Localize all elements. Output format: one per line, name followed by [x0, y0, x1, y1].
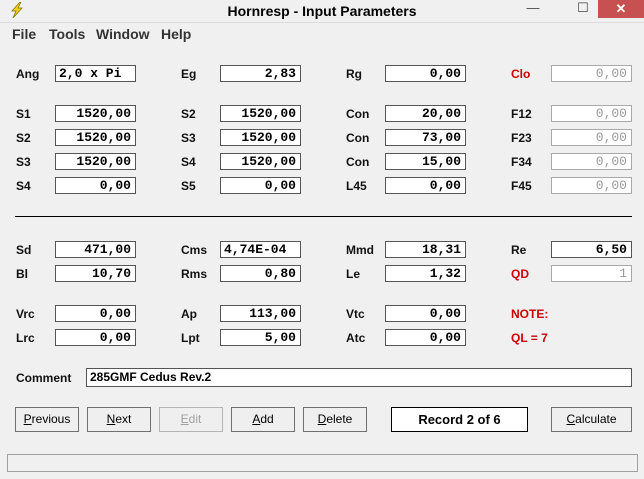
field-vtc-r7[interactable]: 0,00 [385, 305, 466, 322]
field-s3-r2[interactable]: 1520,00 [220, 129, 301, 146]
calculate-button[interactable]: Calculate [551, 407, 632, 432]
label-vrc: Vrc [16, 307, 35, 321]
field-f45-r4: 0,00 [551, 177, 632, 194]
minimize-button[interactable]: — [520, 0, 546, 18]
field-s4-r3[interactable]: 1520,00 [220, 153, 301, 170]
label-ang: Ang [16, 67, 40, 81]
label-ql-7: QL = 7 [511, 331, 548, 345]
field-s2-r2[interactable]: 1520,00 [55, 129, 136, 146]
label-note: NOTE: [511, 307, 549, 321]
edit-button: Edit [159, 407, 223, 432]
field-ap-r7[interactable]: 113,00 [220, 305, 301, 322]
menu-bar: File Tools Window Help [0, 23, 644, 45]
label-le: Le [346, 267, 361, 281]
field-s3-r3[interactable]: 1520,00 [55, 153, 136, 170]
field-eg-r0[interactable]: 2,83 [220, 65, 301, 82]
delete-button[interactable]: Delete [303, 407, 367, 432]
field-mmd-r5[interactable]: 18,31 [385, 241, 466, 258]
label-qd: QD [511, 267, 529, 281]
field-clo-r0: 0,00 [551, 65, 632, 82]
field-lpt-r8[interactable]: 5,00 [220, 329, 301, 346]
label-con: Con [346, 107, 370, 121]
label-rms: Rms [181, 267, 208, 281]
field-ang-r0[interactable]: 2,0 x Pi [55, 65, 136, 82]
add-button[interactable]: Add [231, 407, 295, 432]
label-con: Con [346, 155, 370, 169]
menu-tools[interactable]: Tools [49, 26, 85, 42]
field-con-r1[interactable]: 20,00 [385, 105, 466, 122]
field-qd-r6: 1 [551, 265, 632, 282]
field-s2-r1[interactable]: 1520,00 [220, 105, 301, 122]
label-s3: S3 [16, 155, 31, 169]
field-s5-r4[interactable]: 0,00 [220, 177, 301, 194]
field-con-r2[interactable]: 73,00 [385, 129, 466, 146]
label-sd: Sd [16, 243, 32, 257]
field-f34-r3: 0,00 [551, 153, 632, 170]
label-s2: S2 [16, 131, 31, 145]
label-s5: S5 [181, 179, 196, 193]
menu-file[interactable]: File [12, 26, 36, 42]
field-f12-r1: 0,00 [551, 105, 632, 122]
label-ap: Ap [181, 307, 197, 321]
label-s2: S2 [181, 107, 196, 121]
field-sd-r5[interactable]: 471,00 [55, 241, 136, 258]
field-le-r6[interactable]: 1,32 [385, 265, 466, 282]
label-vtc: Vtc [346, 307, 365, 321]
label-clo: Clo [511, 67, 531, 81]
field-rms-r6[interactable]: 0,80 [220, 265, 301, 282]
next-button[interactable]: Next [87, 407, 151, 432]
close-button[interactable]: ✕ [598, 0, 644, 18]
field-cms-r5[interactable]: 4,74E-04 [220, 241, 301, 258]
label-lrc: Lrc [16, 331, 35, 345]
record-indicator: Record 2 of 6 [391, 407, 528, 432]
label-atc: Atc [346, 331, 366, 345]
label-lpt: Lpt [181, 331, 200, 345]
window-title: Hornresp - Input Parameters [227, 3, 417, 19]
status-bar [7, 454, 638, 472]
field-f23-r2: 0,00 [551, 129, 632, 146]
menu-window[interactable]: Window [96, 26, 150, 42]
field-bl-r6[interactable]: 10,70 [55, 265, 136, 282]
label-cms: Cms [181, 243, 208, 257]
label-f45: F45 [511, 179, 532, 193]
section-divider [15, 216, 632, 217]
label-con: Con [346, 131, 370, 145]
label-l45: L45 [346, 179, 367, 193]
field-atc-r8[interactable]: 0,00 [385, 329, 466, 346]
label-s4: S4 [16, 179, 31, 193]
label-eg: Eg [181, 67, 197, 81]
field-l45-r4[interactable]: 0,00 [385, 177, 466, 194]
comment-field[interactable]: 285GMF Cedus Rev.2 [86, 368, 632, 387]
label-mmd: Mmd [346, 243, 374, 257]
field-vrc-r7[interactable]: 0,00 [55, 305, 136, 322]
label-re: Re [511, 243, 527, 257]
label-s1: S1 [16, 107, 31, 121]
field-s4-r4[interactable]: 0,00 [55, 177, 136, 194]
label-s3: S3 [181, 131, 196, 145]
label-f12: F12 [511, 107, 532, 121]
title-bar: Hornresp - Input Parameters — ☐ ✕ [0, 0, 644, 23]
field-re-r5[interactable]: 6,50 [551, 241, 632, 258]
menu-help[interactable]: Help [161, 26, 191, 42]
field-con-r3[interactable]: 15,00 [385, 153, 466, 170]
field-s1-r1[interactable]: 1520,00 [55, 105, 136, 122]
label-f34: F34 [511, 155, 532, 169]
previous-button[interactable]: Previous [15, 407, 79, 432]
label-rg: Rg [346, 67, 362, 81]
label-bl: Bl [16, 267, 28, 281]
label-f23: F23 [511, 131, 532, 145]
field-lrc-r8[interactable]: 0,00 [55, 329, 136, 346]
maximize-button[interactable]: ☐ [570, 0, 596, 18]
label-s4: S4 [181, 155, 196, 169]
field-rg-r0[interactable]: 0,00 [385, 65, 466, 82]
comment-label: Comment [16, 371, 72, 385]
